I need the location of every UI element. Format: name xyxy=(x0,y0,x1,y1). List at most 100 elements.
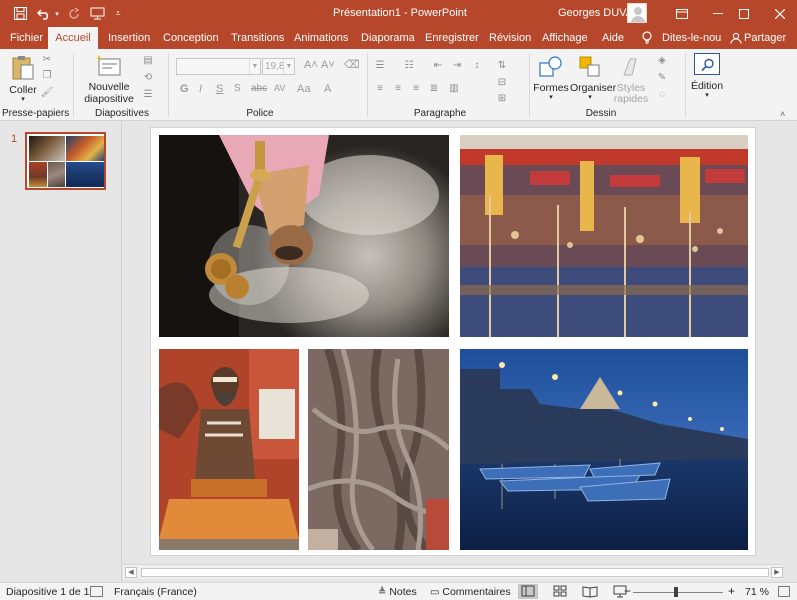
tab-enregistrer[interactable]: Enregistrer xyxy=(421,27,483,49)
shadow-icon[interactable]: S xyxy=(234,83,241,94)
photo-sadhu[interactable] xyxy=(159,349,299,550)
language-indicator[interactable]: Français (France) xyxy=(114,586,197,598)
strikethrough-icon[interactable]: abc xyxy=(251,83,267,94)
bullets-icon[interactable]: ☰ xyxy=(373,59,387,71)
slide-thumbnail-pane xyxy=(0,121,122,582)
reading-view-icon[interactable] xyxy=(580,584,600,599)
collapse-ribbon-icon[interactable]: ˄ xyxy=(780,109,785,119)
cut-icon[interactable]: ✂ xyxy=(40,53,54,65)
tell-me-search[interactable]: Dites-le-nou xyxy=(658,27,725,49)
scroll-right-icon[interactable]: ▶ xyxy=(771,567,783,578)
zoom-level[interactable]: 71 % xyxy=(745,586,769,598)
photo-tree-roots[interactable] xyxy=(308,349,449,550)
share-button[interactable]: Partager xyxy=(728,27,790,49)
shapes-icon xyxy=(539,56,562,77)
shape-outline-icon[interactable]: ✎ xyxy=(655,71,669,83)
smartart-icon[interactable]: ⊞ xyxy=(495,92,509,104)
font-color-icon[interactable]: A xyxy=(324,83,331,95)
bold-icon[interactable]: G xyxy=(180,83,189,95)
zoom-slider[interactable] xyxy=(633,592,723,593)
fit-to-window-icon[interactable] xyxy=(778,586,790,597)
increase-font-icon[interactable]: A˄ xyxy=(304,59,318,71)
separator xyxy=(529,53,530,117)
decrease-font-icon[interactable]: A˅ xyxy=(321,59,335,71)
start-from-beginning-icon[interactable] xyxy=(88,4,106,23)
new-slide-button[interactable]: Nouvelle diapositive xyxy=(80,53,138,105)
shape-fill-icon[interactable]: ◈ xyxy=(655,54,669,66)
shape-effects-icon[interactable]: ◌ xyxy=(655,88,669,100)
undo-icon[interactable] xyxy=(35,4,53,23)
tab-animations[interactable]: Animations xyxy=(290,27,352,49)
quick-styles-icon xyxy=(623,58,637,76)
layout-icon[interactable]: ▤ xyxy=(140,54,156,66)
redo-icon[interactable] xyxy=(66,4,82,23)
text-direction-icon[interactable]: ⇅ xyxy=(495,59,509,71)
decrease-indent-icon[interactable]: ⇤ xyxy=(431,59,445,71)
spelling-icon[interactable] xyxy=(90,586,103,597)
paste-button[interactable]: Coller ▾ xyxy=(6,53,40,103)
character-spacing-icon[interactable]: AV xyxy=(274,83,285,93)
font-name-combo[interactable]: ▼ xyxy=(176,58,261,75)
close-icon[interactable] xyxy=(762,0,797,27)
slide-canvas[interactable] xyxy=(150,127,756,556)
save-icon[interactable] xyxy=(10,4,30,23)
font-size-combo[interactable]: 19,8 ▼ xyxy=(262,58,295,75)
line-spacing-icon[interactable]: ↕ xyxy=(470,59,484,71)
section-icon[interactable]: ☰ xyxy=(140,88,156,100)
shapes-button[interactable]: Formes ▾ xyxy=(533,53,569,105)
ribbon-display-options-icon[interactable] xyxy=(664,0,700,27)
tab-affichage[interactable]: Affichage xyxy=(538,27,592,49)
underline-icon[interactable]: S xyxy=(216,83,223,95)
group-label-drawing: Dessin xyxy=(585,108,617,119)
photo-ghats-night[interactable] xyxy=(460,349,748,550)
align-right-icon[interactable]: ≡ xyxy=(409,82,423,94)
separator xyxy=(168,53,169,117)
slide-thumbnail[interactable] xyxy=(25,132,106,190)
zoom-out-button[interactable]: − xyxy=(624,584,631,598)
undo-dropdown-icon[interactable]: ▾ xyxy=(53,4,61,23)
tab-conception[interactable]: Conception xyxy=(159,27,223,49)
tab-revision[interactable]: Révision xyxy=(485,27,535,49)
scroll-left-icon[interactable]: ◀ xyxy=(125,567,137,578)
tab-aide[interactable]: Aide xyxy=(598,27,628,49)
maximize-icon[interactable] xyxy=(726,0,762,27)
comments-button[interactable]: ▭ Commentaires xyxy=(430,586,511,598)
justify-icon[interactable]: ≣ xyxy=(427,82,441,94)
customize-qat-icon[interactable]: ⩡ xyxy=(113,4,123,23)
tab-fichier[interactable]: Fichier xyxy=(6,27,47,49)
photo-festival-boats[interactable] xyxy=(460,135,748,337)
comment-icon: ▭ xyxy=(430,587,440,598)
avatar[interactable] xyxy=(627,3,647,23)
separator xyxy=(73,53,74,117)
increase-indent-icon[interactable]: ⇥ xyxy=(450,59,464,71)
reset-slide-icon[interactable]: ⟲ xyxy=(140,71,156,83)
arrange-button[interactable]: Organiser ▾ xyxy=(570,53,616,105)
tab-diaporama[interactable]: Diaporama xyxy=(357,27,419,49)
change-case-icon[interactable]: Aa xyxy=(297,83,310,95)
tab-accueil[interactable]: Accueil xyxy=(48,27,98,49)
slide-sorter-icon[interactable] xyxy=(550,584,570,599)
horizontal-scrollbar[interactable]: ◀ ▶ xyxy=(123,564,783,579)
scroll-track[interactable] xyxy=(141,568,769,577)
tab-insertion[interactable]: Insertion xyxy=(104,27,154,49)
copy-icon[interactable]: ❐ xyxy=(40,69,54,81)
group-label-slides: Diapositives xyxy=(95,108,149,119)
numbering-icon[interactable]: ☷ xyxy=(402,59,416,71)
normal-view-icon[interactable] xyxy=(518,584,538,599)
thumbnail-image-sadhu xyxy=(29,162,47,187)
notes-button[interactable]: ≜ Notes xyxy=(378,586,417,598)
columns-icon[interactable]: ▥ xyxy=(447,82,461,94)
align-text-icon[interactable]: ⊟ xyxy=(495,76,509,88)
editing-button[interactable] xyxy=(694,53,720,75)
clear-formatting-icon[interactable]: ⌫ xyxy=(344,58,360,71)
zoom-slider-thumb[interactable] xyxy=(674,587,678,597)
tab-transitions[interactable]: Transitions xyxy=(227,27,288,49)
align-left-icon[interactable]: ≡ xyxy=(373,82,387,94)
format-painter-icon[interactable]: 🖌 xyxy=(40,86,54,98)
photo-aarti-ceremony[interactable] xyxy=(159,135,449,337)
zoom-in-button[interactable]: + xyxy=(728,584,735,598)
italic-icon[interactable]: I xyxy=(199,83,202,95)
chevron-down-icon: ▼ xyxy=(249,59,260,74)
quick-styles-button[interactable]: Styles rapides xyxy=(611,53,651,105)
align-center-icon[interactable]: ≡ xyxy=(391,82,405,94)
